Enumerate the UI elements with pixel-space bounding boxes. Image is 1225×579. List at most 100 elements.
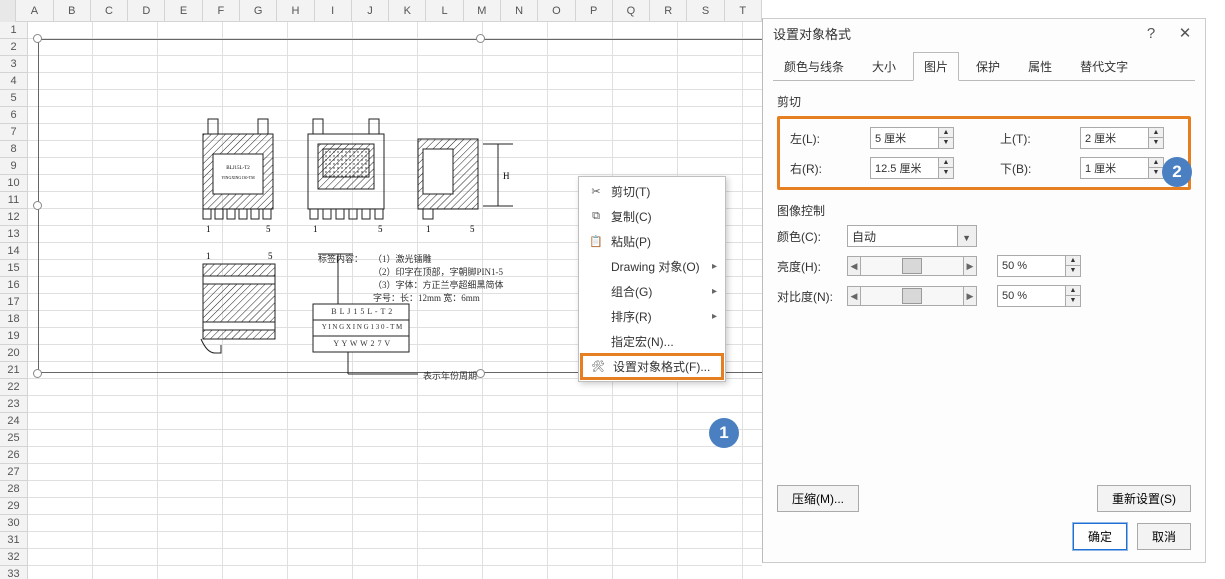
col-header-H[interactable]: H — [277, 0, 314, 22]
row-header-3[interactable]: 3 — [0, 56, 28, 73]
dialog-tab-3[interactable]: 保护 — [965, 52, 1011, 81]
col-header-K[interactable]: K — [389, 0, 426, 22]
col-header-F[interactable]: F — [203, 0, 240, 22]
row-header-33[interactable]: 33 — [0, 566, 28, 579]
row-header-15[interactable]: 15 — [0, 260, 28, 277]
brightness-slider[interactable]: ◀ ▶ — [847, 255, 977, 277]
row-header-7[interactable]: 7 — [0, 124, 28, 141]
row-header-14[interactable]: 14 — [0, 243, 28, 260]
col-header-B[interactable]: B — [54, 0, 91, 22]
ctx-item-6[interactable]: 指定宏(N)... — [581, 329, 723, 354]
col-header-C[interactable]: C — [91, 0, 128, 22]
row-header-28[interactable]: 28 — [0, 481, 28, 498]
row-header-6[interactable]: 6 — [0, 107, 28, 124]
row-header-30[interactable]: 30 — [0, 515, 28, 532]
sel-handle-nw[interactable] — [33, 34, 42, 43]
col-header-Q[interactable]: Q — [613, 0, 650, 22]
row-header-17[interactable]: 17 — [0, 294, 28, 311]
close-button[interactable]: ✕ — [1175, 23, 1195, 43]
color-dropdown[interactable]: 自动 ▼ — [847, 225, 977, 247]
slider-thumb[interactable] — [902, 288, 922, 304]
crop-left-input[interactable]: 5 厘米 ▲▼ — [870, 127, 954, 149]
row-header-27[interactable]: 27 — [0, 464, 28, 481]
col-header-N[interactable]: N — [501, 0, 538, 22]
spin-down-icon[interactable]: ▼ — [1149, 168, 1163, 178]
row-header-12[interactable]: 12 — [0, 209, 28, 226]
row-header-2[interactable]: 2 — [0, 39, 28, 56]
select-all-corner[interactable] — [0, 0, 16, 22]
ctx-item-5[interactable]: 排序(R) — [581, 304, 723, 329]
crop-top-input[interactable]: 2 厘米 ▲▼ — [1080, 127, 1164, 149]
slider-left-icon[interactable]: ◀ — [847, 256, 861, 276]
ctx-item-0[interactable]: ✂剪切(T) — [581, 179, 723, 204]
col-header-I[interactable]: I — [315, 0, 352, 22]
row-header-16[interactable]: 16 — [0, 277, 28, 294]
row-header-9[interactable]: 9 — [0, 158, 28, 175]
crop-bottom-input[interactable]: 1 厘米 ▲▼ — [1080, 157, 1164, 179]
spin-up-icon[interactable]: ▲ — [1149, 128, 1163, 138]
spin-down-icon[interactable]: ▼ — [1066, 266, 1080, 276]
sel-handle-w[interactable] — [33, 201, 42, 210]
row-header-29[interactable]: 29 — [0, 498, 28, 515]
row-header-13[interactable]: 13 — [0, 226, 28, 243]
col-header-P[interactable]: P — [576, 0, 613, 22]
col-header-D[interactable]: D — [128, 0, 165, 22]
dialog-tab-5[interactable]: 替代文字 — [1069, 52, 1139, 81]
help-button[interactable]: ? — [1141, 23, 1161, 43]
row-header-25[interactable]: 25 — [0, 430, 28, 447]
col-header-A[interactable]: A — [16, 0, 53, 22]
row-header-4[interactable]: 4 — [0, 73, 28, 90]
row-header-24[interactable]: 24 — [0, 413, 28, 430]
dialog-tab-2[interactable]: 图片 — [913, 52, 959, 81]
col-header-J[interactable]: J — [352, 0, 389, 22]
row-header-32[interactable]: 32 — [0, 549, 28, 566]
col-header-O[interactable]: O — [538, 0, 575, 22]
ok-button[interactable]: 确定 — [1073, 523, 1127, 550]
col-header-G[interactable]: G — [240, 0, 277, 22]
spin-up-icon[interactable]: ▲ — [1066, 256, 1080, 266]
spin-up-icon[interactable]: ▲ — [1066, 286, 1080, 296]
row-header-20[interactable]: 20 — [0, 345, 28, 362]
ctx-item-4[interactable]: 组合(G) — [581, 279, 723, 304]
row-header-18[interactable]: 18 — [0, 311, 28, 328]
reset-button[interactable]: 重新设置(S) — [1097, 485, 1191, 512]
spin-down-icon[interactable]: ▼ — [1149, 138, 1163, 148]
col-header-R[interactable]: R — [650, 0, 687, 22]
row-header-21[interactable]: 21 — [0, 362, 28, 379]
crop-right-input[interactable]: 12.5 厘米 ▲▼ — [870, 157, 954, 179]
slider-right-icon[interactable]: ▶ — [963, 286, 977, 306]
row-header-8[interactable]: 8 — [0, 141, 28, 158]
row-header-22[interactable]: 22 — [0, 379, 28, 396]
spin-down-icon[interactable]: ▼ — [939, 138, 953, 148]
spin-up-icon[interactable]: ▲ — [939, 128, 953, 138]
slider-right-icon[interactable]: ▶ — [963, 256, 977, 276]
col-header-L[interactable]: L — [426, 0, 463, 22]
spin-down-icon[interactable]: ▼ — [939, 168, 953, 178]
ctx-item-2[interactable]: 📋粘贴(P) — [581, 229, 723, 254]
row-header-1[interactable]: 1 — [0, 22, 28, 39]
dialog-titlebar[interactable]: 设置对象格式 ? ✕ — [763, 19, 1205, 47]
dialog-tab-4[interactable]: 属性 — [1017, 52, 1063, 81]
spin-up-icon[interactable]: ▲ — [939, 158, 953, 168]
slider-thumb[interactable] — [902, 258, 922, 274]
row-header-19[interactable]: 19 — [0, 328, 28, 345]
dialog-tab-1[interactable]: 大小 — [861, 52, 907, 81]
contrast-input[interactable]: 50 % ▲▼ — [997, 285, 1081, 307]
col-header-M[interactable]: M — [464, 0, 501, 22]
sel-handle-sw[interactable] — [33, 369, 42, 378]
row-header-5[interactable]: 5 — [0, 90, 28, 107]
col-header-T[interactable]: T — [725, 0, 762, 22]
sel-handle-n[interactable] — [476, 34, 485, 43]
compress-button[interactable]: 压缩(M)... — [777, 485, 859, 512]
row-header-23[interactable]: 23 — [0, 396, 28, 413]
spin-down-icon[interactable]: ▼ — [1066, 296, 1080, 306]
row-header-31[interactable]: 31 — [0, 532, 28, 549]
contrast-slider[interactable]: ◀ ▶ — [847, 285, 977, 307]
row-header-10[interactable]: 10 — [0, 175, 28, 192]
row-header-11[interactable]: 11 — [0, 192, 28, 209]
spin-up-icon[interactable]: ▲ — [1149, 158, 1163, 168]
cancel-button[interactable]: 取消 — [1137, 523, 1191, 550]
col-header-E[interactable]: E — [165, 0, 202, 22]
brightness-input[interactable]: 50 % ▲▼ — [997, 255, 1081, 277]
slider-left-icon[interactable]: ◀ — [847, 286, 861, 306]
